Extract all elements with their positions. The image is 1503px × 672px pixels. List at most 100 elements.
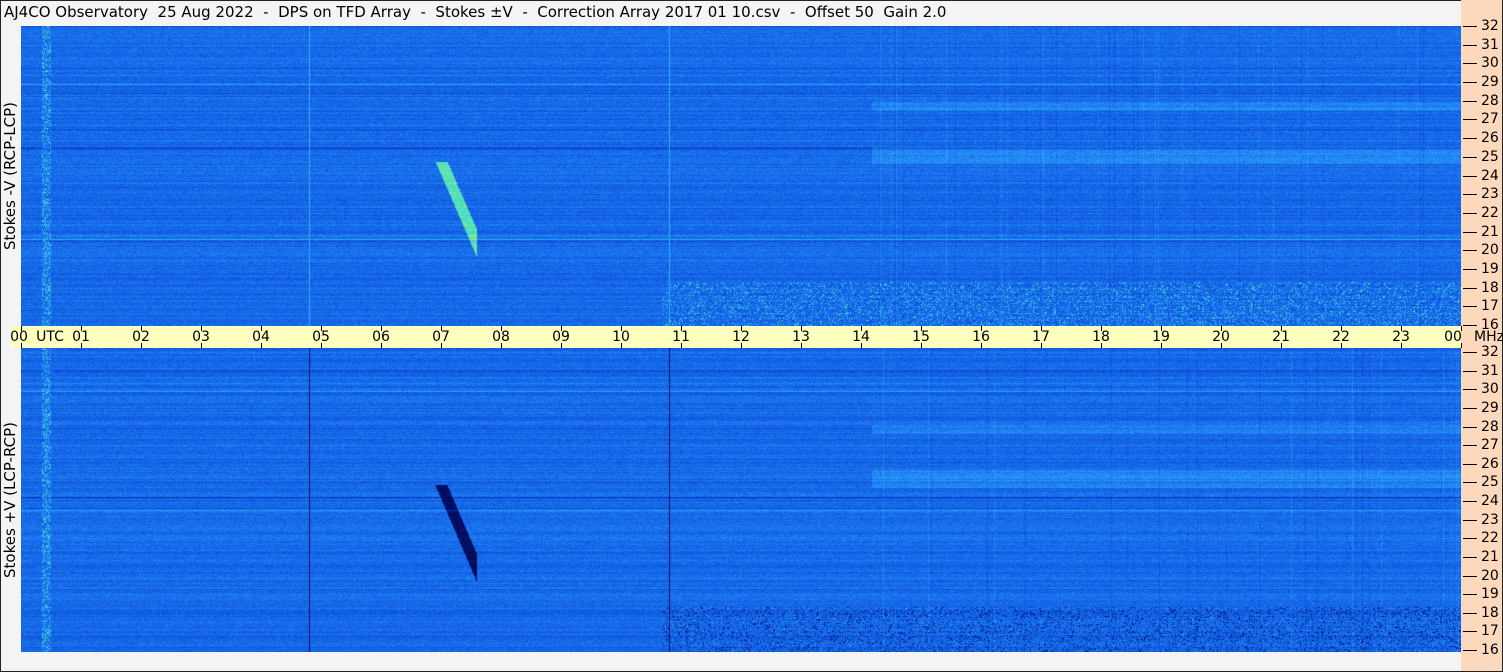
x-tick-label: 05	[312, 329, 330, 345]
x-tick-label: 02	[132, 329, 150, 345]
y-tick-mark	[1463, 427, 1477, 428]
x-tick-label: 00	[10, 329, 28, 345]
y-tick-label: 28	[1481, 419, 1499, 435]
y-tick-label: 20	[1481, 568, 1499, 584]
x-tick-label: 00	[1444, 329, 1462, 345]
y-tick-mark	[1463, 557, 1477, 558]
y-tick-label: 29	[1481, 400, 1499, 416]
y-tick-label: 32	[1481, 18, 1499, 34]
y-tick-label: 16	[1481, 317, 1499, 333]
y-tick-label: 20	[1481, 242, 1499, 258]
y-tick-label: 18	[1481, 280, 1499, 296]
y-tick-label: 27	[1481, 437, 1499, 453]
spectrogram-top-stokes-minus-v	[21, 26, 1461, 326]
x-tick-label: 19	[1152, 329, 1170, 345]
y-tick-mark	[1463, 176, 1477, 177]
x-tick-label: 17	[1032, 329, 1050, 345]
y-tick-label: 24	[1481, 168, 1499, 184]
x-tick-label: 21	[1272, 329, 1290, 345]
y-tick-mark	[1463, 288, 1477, 289]
y-tick-label: 23	[1481, 512, 1499, 528]
y-tick-label: 29	[1481, 74, 1499, 90]
top-panel-ylabel: Stokes -V (RCP-LCP)	[0, 26, 20, 326]
y-tick-mark	[1463, 101, 1477, 102]
y-tick-mark	[1463, 119, 1477, 120]
y-tick-mark	[1463, 613, 1477, 614]
y-tick-label: 32	[1481, 344, 1499, 360]
y-tick-mark	[1463, 213, 1477, 214]
y-tick-mark	[1463, 464, 1477, 465]
y-tick-label: 23	[1481, 186, 1499, 202]
y-tick-mark	[1463, 352, 1477, 353]
spectrogram-bottom-stokes-plus-v	[21, 348, 1461, 652]
x-tick-label: 23	[1392, 329, 1410, 345]
x-tick-label: 14	[852, 329, 870, 345]
y-tick-label: 30	[1481, 381, 1499, 397]
x-tick-label: 07	[432, 329, 450, 345]
x-tick-label: 15	[912, 329, 930, 345]
y-tick-label: 17	[1481, 623, 1499, 639]
top-ylabel-text: Stokes -V (RCP-LCP)	[1, 102, 19, 250]
x-tick-label: 11	[672, 329, 690, 345]
page-title: AJ4CO Observatory 25 Aug 2022 - DPS on T…	[4, 3, 947, 21]
y-tick-mark	[1463, 63, 1477, 64]
y-tick-mark	[1463, 138, 1477, 139]
y-tick-label: 22	[1481, 530, 1499, 546]
y-tick-label: 31	[1481, 37, 1499, 53]
x-tick-label: 20	[1212, 329, 1230, 345]
y-tick-mark	[1463, 250, 1477, 251]
y-tick-label: 31	[1481, 363, 1499, 379]
y-tick-mark	[1463, 325, 1477, 326]
y-tick-label: 26	[1481, 456, 1499, 472]
y-tick-mark	[1463, 82, 1477, 83]
y-tick-mark	[1463, 520, 1477, 521]
y-tick-mark	[1463, 194, 1477, 195]
x-tick-label: 09	[552, 329, 570, 345]
y-tick-label: 25	[1481, 474, 1499, 490]
x-tick-label: 16	[972, 329, 990, 345]
y-tick-label: 22	[1481, 205, 1499, 221]
x-tick-label: 22	[1332, 329, 1350, 345]
y-tick-mark	[1463, 631, 1477, 632]
y-tick-mark	[1463, 269, 1477, 270]
y-tick-label: 25	[1481, 149, 1499, 165]
y-tick-mark	[1463, 45, 1477, 46]
x-tick-label: 03	[192, 329, 210, 345]
y-tick-label: 27	[1481, 111, 1499, 127]
x-tick-label: 06	[372, 329, 390, 345]
y-tick-mark	[1463, 26, 1477, 27]
y-tick-mark	[1463, 408, 1477, 409]
y-tick-label: 18	[1481, 605, 1499, 621]
y-tick-mark	[1463, 157, 1477, 158]
y-tick-label: 28	[1481, 93, 1499, 109]
y-tick-label: 30	[1481, 55, 1499, 71]
y-tick-mark	[1463, 445, 1477, 446]
y-tick-mark	[1463, 389, 1477, 390]
y-tick-mark	[1463, 576, 1477, 577]
x-tick-label: 10	[612, 329, 630, 345]
x-tick-label: 01	[72, 329, 90, 345]
y-tick-label: 19	[1481, 261, 1499, 277]
y-tick-mark	[1463, 371, 1477, 372]
y-tick-mark	[1463, 232, 1477, 233]
y-tick-mark	[1463, 650, 1477, 651]
y-tick-label: 19	[1481, 586, 1499, 602]
y-tick-mark	[1463, 306, 1477, 307]
x-tick-label: 18	[1092, 329, 1110, 345]
bottom-ylabel-text: Stokes +V (LCP-RCP)	[1, 422, 19, 578]
x-tick-label: 13	[792, 329, 810, 345]
y-tick-label: 26	[1481, 130, 1499, 146]
y-tick-label: 21	[1481, 224, 1499, 240]
bottom-panel-ylabel: Stokes +V (LCP-RCP)	[0, 348, 20, 652]
y-tick-label: 24	[1481, 493, 1499, 509]
y-tick-mark	[1463, 482, 1477, 483]
x-tick-label: 04	[252, 329, 270, 345]
y-tick-label: 17	[1481, 298, 1499, 314]
x-axis-unit-label: UTC	[36, 329, 64, 345]
x-tick-label: 08	[492, 329, 510, 345]
y-tick-mark	[1463, 538, 1477, 539]
y-tick-label: 16	[1481, 642, 1499, 658]
y-tick-mark	[1463, 594, 1477, 595]
x-tick-label: 12	[732, 329, 750, 345]
y-tick-label: 21	[1481, 549, 1499, 565]
